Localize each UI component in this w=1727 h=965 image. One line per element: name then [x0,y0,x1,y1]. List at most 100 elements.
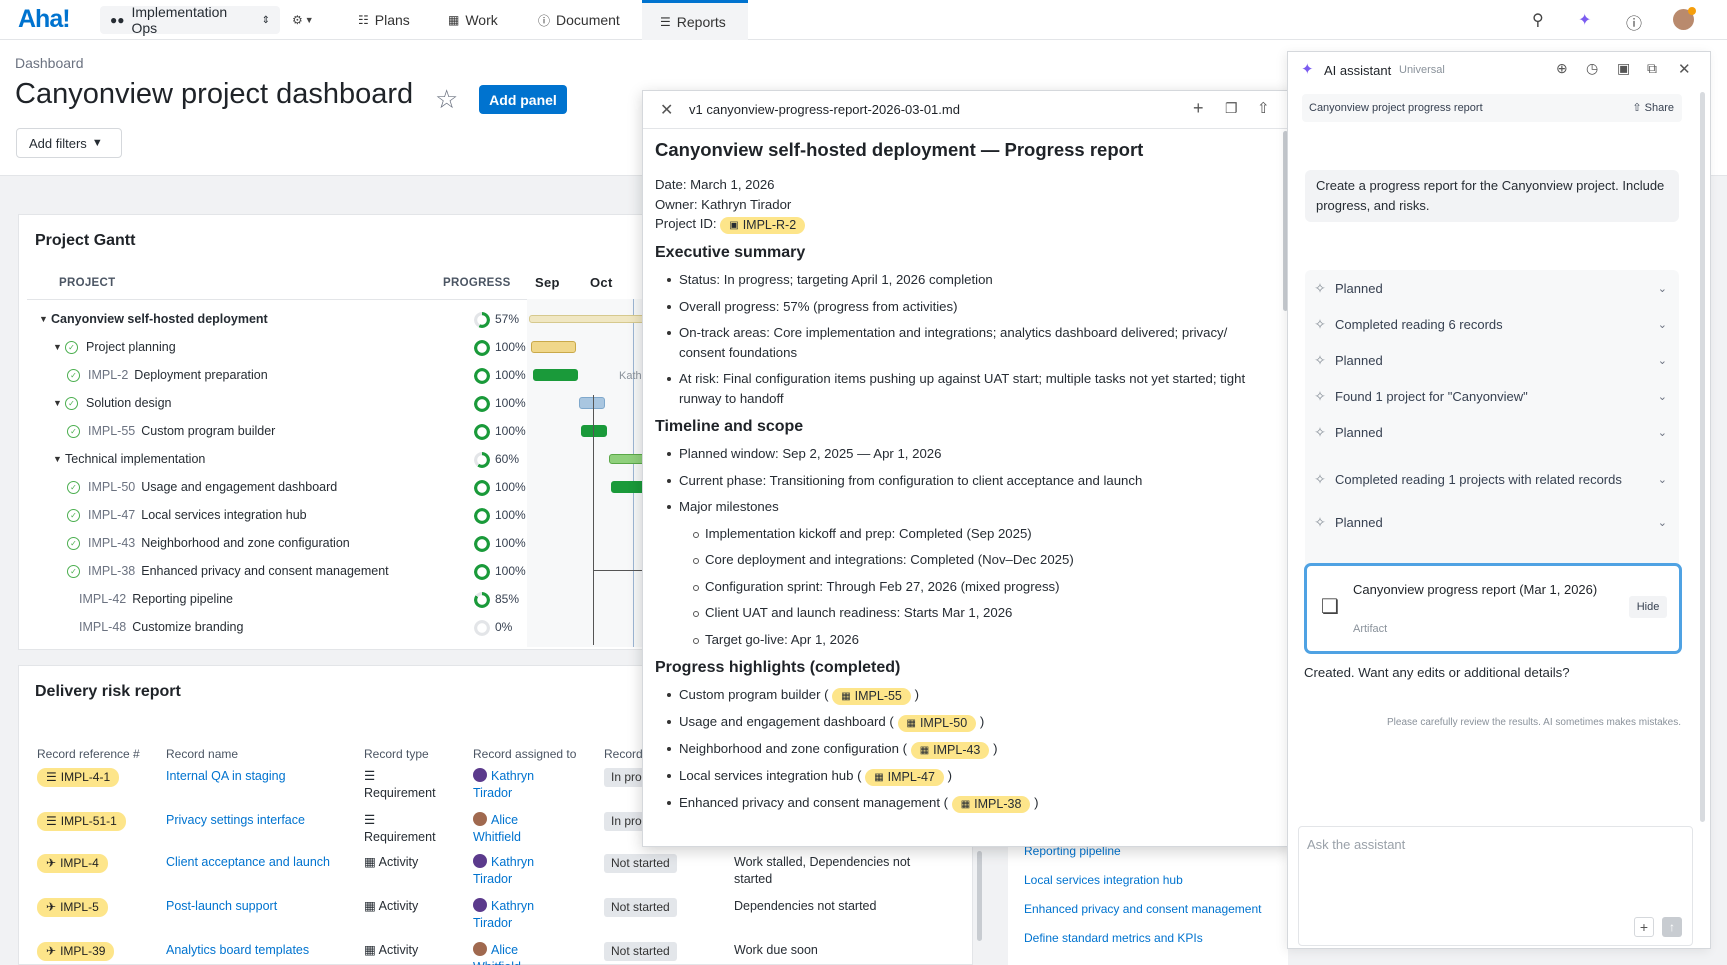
gantt-row[interactable]: IMPL-48 Customize branding [27,613,657,641]
record-ref[interactable]: IMPL-48 [79,620,126,634]
dock-icon[interactable]: ▣ [1617,60,1630,77]
gantt-row[interactable]: ✓IMPL-50Usage and engagement dashboard [27,473,657,501]
record-name[interactable]: Local services integration hub [141,508,306,522]
nav-reports[interactable]: ☰Reports [642,0,748,40]
gantt-row[interactable]: ✓IMPL-47Local services integration hub [27,501,657,529]
copy-icon[interactable]: ❐ [1225,100,1238,117]
record-badge[interactable]: ☰IMPL-4-1 [37,768,119,787]
export-icon[interactable]: ⇧ [1257,99,1270,117]
star-icon[interactable]: ☆ [435,84,458,115]
gantt-row[interactable]: ▼Technical implementation [27,445,657,473]
record-badge[interactable]: ✈IMPL-4 [37,854,108,873]
risk-col-assignee[interactable]: Record assigned to [473,747,576,761]
gantt-bar[interactable] [531,341,576,353]
breadcrumb[interactable]: Dashboard [15,55,84,71]
record-name[interactable]: Custom program builder [141,424,275,438]
record-ref[interactable]: IMPL-47 [88,508,135,522]
ai-step[interactable]: ✧Completed reading 6 records⌄ [1305,312,1679,336]
record-ref[interactable]: IMPL-55 [88,424,135,438]
gantt-bar[interactable] [579,397,605,409]
gantt-row[interactable]: ✓IMPL-38Enhanced privacy and consent man… [27,557,657,585]
aha-logo[interactable]: Aha! [18,5,70,34]
expand-caret-icon[interactable]: ▼ [53,342,65,352]
side-link[interactable]: Define standard metrics and KPIs [1024,931,1203,945]
ai-step[interactable]: ✧Found 1 project for "Canyonview"⌄ [1305,384,1679,408]
ai-step[interactable]: ✧Planned⌄ [1305,420,1679,444]
history-icon[interactable]: ◷ [1586,60,1598,77]
new-chat-icon[interactable]: ⊕ [1556,60,1568,77]
gantt-bar[interactable] [533,369,578,381]
nav-work[interactable]: ▦Work [430,0,516,40]
record-link[interactable]: Post-launch support [166,899,277,913]
record-ref[interactable]: IMPL-42 [79,592,126,606]
search-icon[interactable]: ⚲ [1532,10,1544,30]
risk-scrollbar[interactable] [977,851,982,941]
gantt-row[interactable]: ▼✓Solution design [27,389,657,417]
record-chip[interactable]: ▦IMPL-55 [832,688,911,705]
risk-col-name[interactable]: Record name [166,747,238,761]
project-id-chip[interactable]: ▣IMPL-R-2 [720,217,805,234]
ai-step[interactable]: ✧Planned⌄ [1305,348,1679,372]
close-icon[interactable]: ✕ [1678,60,1691,78]
record-link[interactable]: Internal QA in staging [166,769,286,783]
risk-col-type[interactable]: Record type [364,747,429,761]
ai-sparkle-icon[interactable]: ✦ [1578,10,1591,30]
expand-caret-icon[interactable]: ▼ [39,314,51,324]
add-panel-button[interactable]: Add panel [479,85,567,114]
ask-input[interactable]: Ask the assistant + ↑ [1298,826,1693,946]
gantt-bar[interactable] [581,425,607,437]
artifact-card[interactable]: ❏ Canyonview progress report (Mar 1, 202… [1304,563,1682,654]
nav-tools-dropdown[interactable]: ⚙▼ [292,6,332,34]
record-badge[interactable]: ✈IMPL-5 [37,898,108,917]
send-icon[interactable]: ↑ [1662,917,1682,937]
expand-caret-icon[interactable]: ▼ [53,398,65,408]
close-icon[interactable]: ✕ [660,100,673,120]
add-filters-button[interactable]: Add filters▼ [16,128,122,158]
record-ref[interactable]: IMPL-50 [88,480,135,494]
record-name[interactable]: Enhanced privacy and consent management [141,564,388,578]
expand-icon[interactable]: ⧉ [1647,60,1657,77]
share-button[interactable]: ⇧ Share [1632,101,1674,114]
record-chip[interactable]: ▦IMPL-43 [911,742,990,759]
gantt-row[interactable]: ✓IMPL-43Neighborhood and zone configurat… [27,529,657,557]
record-ref[interactable]: IMPL-2 [88,368,128,382]
record-name[interactable]: Project planning [86,340,176,354]
ai-step[interactable]: ✧Planned⌄ [1305,276,1679,300]
record-link[interactable]: Analytics board templates [166,943,309,957]
record-badge[interactable]: ☰IMPL-51-1 [37,812,126,831]
record-name[interactable]: Usage and engagement dashboard [141,480,337,494]
gantt-bar[interactable] [529,315,647,323]
ai-step[interactable]: ✧Planned⌄ [1305,510,1679,534]
record-chip[interactable]: ▦IMPL-50 [898,715,977,732]
nav-document[interactable]: ⓘDocument [520,0,638,40]
nav-plans[interactable]: ☷Plans [340,0,428,40]
hide-button[interactable]: Hide [1629,596,1667,618]
record-ref[interactable]: IMPL-38 [88,564,135,578]
record-link[interactable]: Privacy settings interface [166,813,305,827]
record-name[interactable]: Customize branding [132,620,243,634]
record-name[interactable]: Technical implementation [65,452,205,466]
record-chip[interactable]: ▦IMPL-38 [952,796,1031,813]
record-name[interactable]: Neighborhood and zone configuration [141,536,350,550]
help-icon[interactable]: ⓘ [1626,10,1642,34]
ai-scrollbar[interactable] [1700,92,1705,822]
side-link[interactable]: Enhanced privacy and consent management [1024,902,1262,916]
record-name[interactable]: Solution design [86,396,171,410]
record-chip[interactable]: ▦IMPL-47 [865,769,944,786]
record-ref[interactable]: IMPL-43 [88,536,135,550]
record-name[interactable]: Deployment preparation [134,368,267,382]
record-link[interactable]: Client acceptance and launch [166,855,330,869]
record-name[interactable]: Reporting pipeline [132,592,233,606]
expand-caret-icon[interactable]: ▼ [53,454,65,464]
gantt-row[interactable]: IMPL-42 Reporting pipeline [27,585,657,613]
attach-plus-icon[interactable]: + [1634,917,1654,937]
risk-col-status[interactable]: Record [604,747,643,761]
workspace-selector[interactable]: ●● Implementation Ops ⇕ [100,6,280,34]
ai-step[interactable]: ✧Completed reading 1 projects with relat… [1305,456,1679,502]
record-name[interactable]: Canyonview self-hosted deployment [51,312,268,326]
record-badge[interactable]: ✈IMPL-39 [37,942,114,961]
risk-col-ref[interactable]: Record reference # [37,747,140,761]
gantt-row[interactable]: ✓IMPL-55Custom program builder [27,417,657,445]
side-link[interactable]: Local services integration hub [1024,873,1183,887]
plus-icon[interactable]: + [1193,98,1204,119]
